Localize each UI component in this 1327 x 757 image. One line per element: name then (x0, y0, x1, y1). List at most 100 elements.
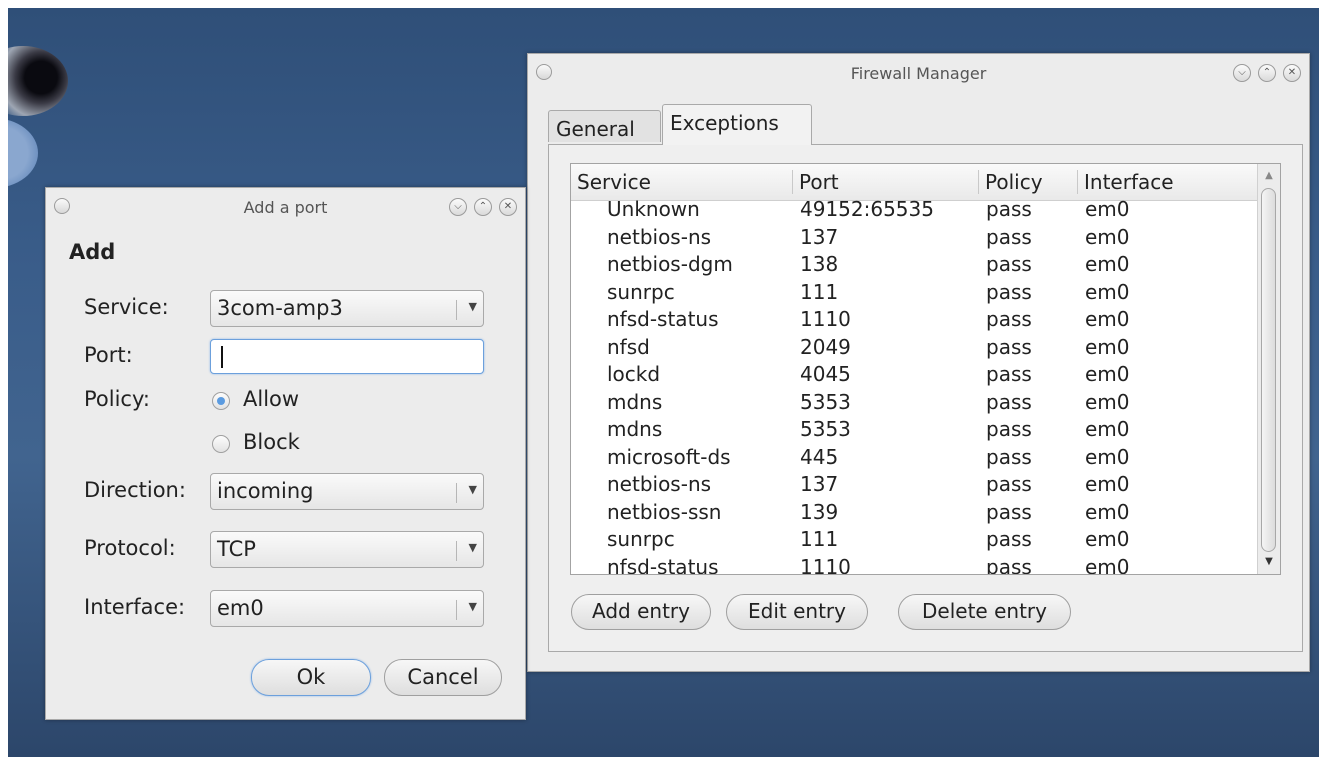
column-header-service[interactable]: Service (571, 170, 785, 194)
allow-radio[interactable] (212, 392, 230, 410)
column-header-interface[interactable]: Interface (1077, 170, 1264, 194)
cell-port: 1110 (800, 554, 851, 575)
dialog-heading: Add (69, 240, 116, 264)
cell-port: 111 (800, 527, 839, 551)
direction-label: Direction: (84, 478, 186, 502)
cell-policy: pass (986, 197, 1032, 221)
scrollbar-thumb[interactable] (1261, 188, 1276, 552)
table-row[interactable]: nfsd 2049 pass em0 (571, 335, 1259, 366)
column-header-policy[interactable]: Policy (978, 170, 1075, 194)
window-title: Firewall Manager (850, 64, 987, 83)
minimize-icon[interactable]: ⌵ (449, 198, 467, 216)
cell-interface: em0 (1085, 362, 1130, 386)
cell-policy: pass (986, 307, 1032, 331)
cell-policy: pass (986, 252, 1032, 276)
cell-policy: pass (986, 472, 1032, 496)
dropdown-arrow-icon: ▼ (468, 300, 477, 313)
ok-button[interactable]: Ok (251, 659, 371, 696)
cell-interface: em0 (1085, 417, 1130, 441)
cell-service: netbios-ns (607, 224, 712, 249)
cell-interface: em0 (1085, 279, 1130, 304)
service-label: Service: (84, 295, 169, 319)
cell-policy: pass (986, 334, 1032, 359)
interface-select[interactable]: em0 ▼ (210, 590, 484, 627)
exceptions-panel: Service Port Policy Interface Unknown 491… (548, 144, 1303, 652)
dropdown-arrow-icon: ▼ (468, 600, 477, 613)
cell-interface: em0 (1085, 499, 1130, 524)
cell-service: netbios-ns (607, 472, 712, 496)
cell-policy: pass (986, 527, 1032, 551)
scroll-down-icon[interactable]: ▼ (1258, 552, 1280, 572)
add-entry-button[interactable]: Add entry (571, 594, 711, 630)
delete-entry-button[interactable]: Delete entry (898, 594, 1071, 630)
cell-policy: pass (986, 554, 1032, 575)
cell-interface: em0 (1085, 389, 1130, 414)
allow-radio-label[interactable]: Allow (243, 387, 299, 411)
firewall-manager-window: Firewall Manager ⌵ ⌃ ✕ General Exception… (527, 53, 1310, 672)
cell-interface: em0 (1085, 252, 1130, 276)
cell-policy: pass (986, 389, 1032, 414)
minimize-icon[interactable]: ⌵ (1233, 64, 1251, 82)
cell-interface: em0 (1085, 554, 1130, 575)
cell-port: 445 (800, 444, 839, 469)
cell-service: nfsd-status (607, 307, 719, 331)
dropdown-arrow-icon: ▼ (468, 541, 477, 554)
cell-port: 2049 (800, 334, 851, 359)
cell-interface: em0 (1085, 472, 1130, 496)
cell-port: 1110 (800, 307, 851, 331)
protocol-select[interactable]: TCP ▼ (210, 531, 484, 568)
close-icon[interactable]: ✕ (1283, 64, 1301, 82)
titlebar[interactable]: Firewall Manager ⌵ ⌃ ✕ (528, 54, 1309, 92)
tab-label: Exceptions (670, 111, 779, 135)
exceptions-table[interactable]: Service Port Policy Interface Unknown 491… (570, 163, 1281, 575)
text-caret (221, 346, 223, 368)
protocol-label: Protocol: (84, 536, 176, 560)
column-header-port[interactable]: Port (792, 170, 979, 194)
cell-service: netbios-ssn (607, 499, 722, 524)
table-row[interactable]: lockd 4045 pass em0 (571, 362, 1259, 393)
titlebar[interactable]: Add a port ⌵ ⌃ ✕ (46, 188, 525, 226)
port-input[interactable] (210, 339, 484, 374)
close-icon[interactable]: ✕ (499, 198, 517, 216)
cell-policy: pass (986, 499, 1032, 524)
interface-label: Interface: (84, 595, 186, 619)
cell-policy: pass (986, 362, 1032, 386)
block-radio-label[interactable]: Block (243, 430, 300, 454)
cell-service: mdns (607, 417, 663, 441)
cell-port: 138 (800, 252, 839, 276)
table-row[interactable]: nfsd-status 1110 pass em0 (571, 555, 1259, 575)
direction-select[interactable]: incoming ▼ (210, 473, 484, 510)
block-radio[interactable] (212, 435, 230, 453)
maximize-icon[interactable]: ⌃ (1258, 64, 1276, 82)
cancel-button[interactable]: Cancel (384, 659, 502, 696)
protocol-value: TCP (217, 537, 256, 561)
tab-general[interactable]: General (548, 110, 661, 142)
tab-label: General (556, 117, 635, 141)
cell-service: netbios-dgm (607, 252, 733, 276)
cell-port: 49152:65535 (800, 197, 934, 221)
cell-service: lockd (607, 362, 661, 386)
add-port-dialog: Add a port ⌵ ⌃ ✕ Add Service: 3com-amp3 … (45, 187, 526, 720)
cell-service: microsoft-ds (607, 444, 731, 469)
cell-interface: em0 (1085, 224, 1130, 249)
cell-interface: em0 (1085, 444, 1130, 469)
table-row[interactable]: nfsd-status 1110 pass em0 (571, 307, 1259, 338)
table-body: Unknown 49152:65535 pass em0 netbios-ns 137 pa… (571, 197, 1259, 575)
maximize-icon[interactable]: ⌃ (474, 198, 492, 216)
cell-policy: pass (986, 417, 1032, 441)
cell-port: 5353 (800, 417, 851, 441)
cell-port: 111 (800, 279, 839, 304)
cell-port: 137 (800, 224, 839, 249)
tab-exceptions[interactable]: Exceptions (662, 104, 812, 145)
cell-port: 139 (800, 499, 839, 524)
cell-service: nfsd-status (607, 554, 719, 575)
scroll-up-icon[interactable]: ▲ (1258, 166, 1280, 186)
table-row[interactable]: mdns 5353 pass em0 (571, 390, 1259, 421)
interface-value: em0 (217, 596, 264, 620)
direction-value: incoming (217, 479, 314, 503)
service-select[interactable]: 3com-amp3 ▼ (210, 290, 484, 327)
vertical-scrollbar[interactable]: ▲ ▼ (1257, 164, 1280, 574)
edit-entry-button[interactable]: Edit entry (726, 594, 868, 630)
desktop-decoration (8, 118, 38, 188)
cell-interface: em0 (1085, 307, 1130, 331)
